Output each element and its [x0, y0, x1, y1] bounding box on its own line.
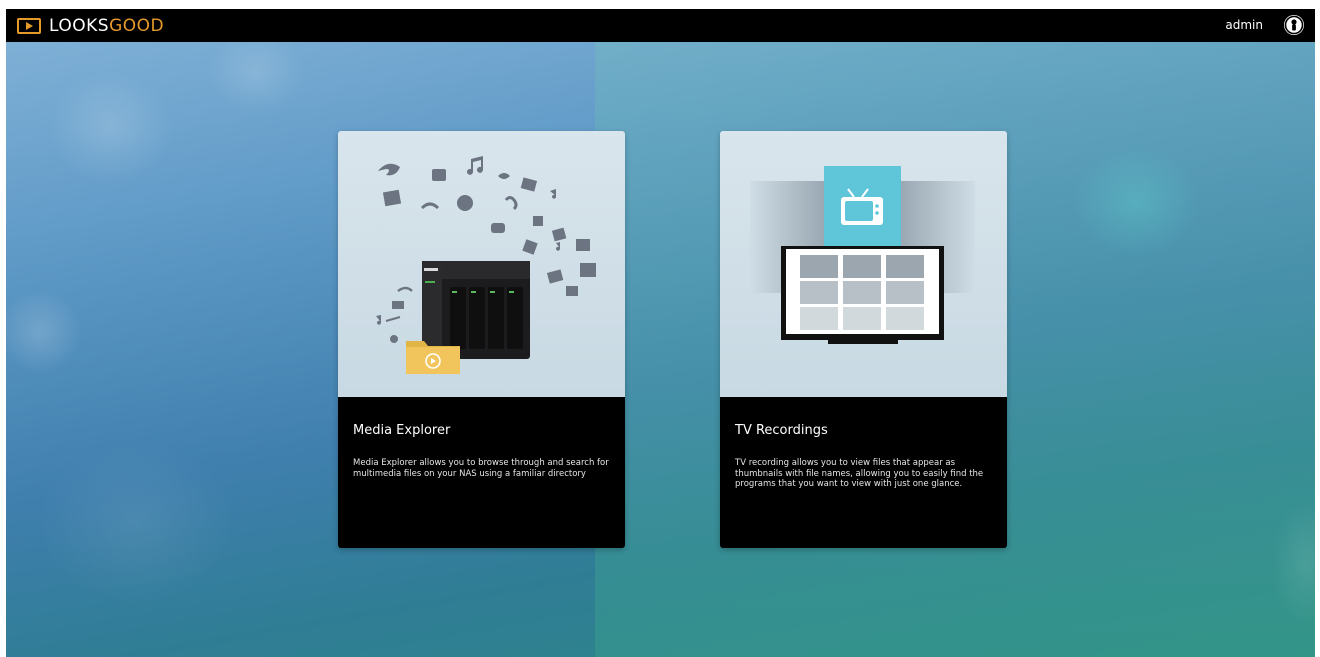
tv-recordings-title: TV Recordings	[735, 423, 828, 438]
tv-recordings-info: TV Recordings TV recording allows you to…	[720, 397, 1007, 548]
media-explorer-title: Media Explorer	[353, 423, 451, 438]
nas-device-icon	[422, 261, 530, 359]
main-stage: Media Explorer Media Explorer allows you…	[6, 42, 1315, 657]
photo-icon	[432, 169, 446, 181]
user-name[interactable]: admin	[1225, 18, 1263, 32]
music-note-icon	[467, 156, 483, 175]
cd-icon	[457, 195, 473, 211]
hd-icon	[491, 223, 505, 233]
logo-text-accent: GOOD	[109, 16, 165, 36]
user-icon[interactable]	[1284, 15, 1304, 35]
play-icon	[17, 18, 41, 34]
tv-recordings-illustration	[720, 131, 1007, 397]
media-explorer-card[interactable]: Media Explorer Media Explorer allows you…	[338, 131, 625, 548]
media-explorer-illustration	[338, 131, 625, 397]
app-window: LOOKSGOOD admin Media Explorer Media Exp…	[6, 9, 1315, 657]
tv-recordings-card[interactable]: TV Recordings TV recording allows you to…	[720, 131, 1007, 548]
app-logo[interactable]: LOOKSGOOD	[17, 16, 164, 36]
disc-icon	[378, 163, 400, 176]
tv-recordings-description: TV recording allows you to view files th…	[735, 458, 984, 489]
logo-text: LOOKSGOOD	[49, 16, 164, 36]
media-explorer-description: Media Explorer allows you to browse thro…	[353, 458, 609, 479]
media-explorer-info: Media Explorer Media Explorer allows you…	[338, 397, 625, 548]
top-bar: LOOKSGOOD admin	[6, 9, 1315, 42]
clapper-icon	[520, 177, 538, 192]
logo-text-main: LOOKS	[49, 16, 110, 36]
film-icon	[382, 189, 402, 207]
